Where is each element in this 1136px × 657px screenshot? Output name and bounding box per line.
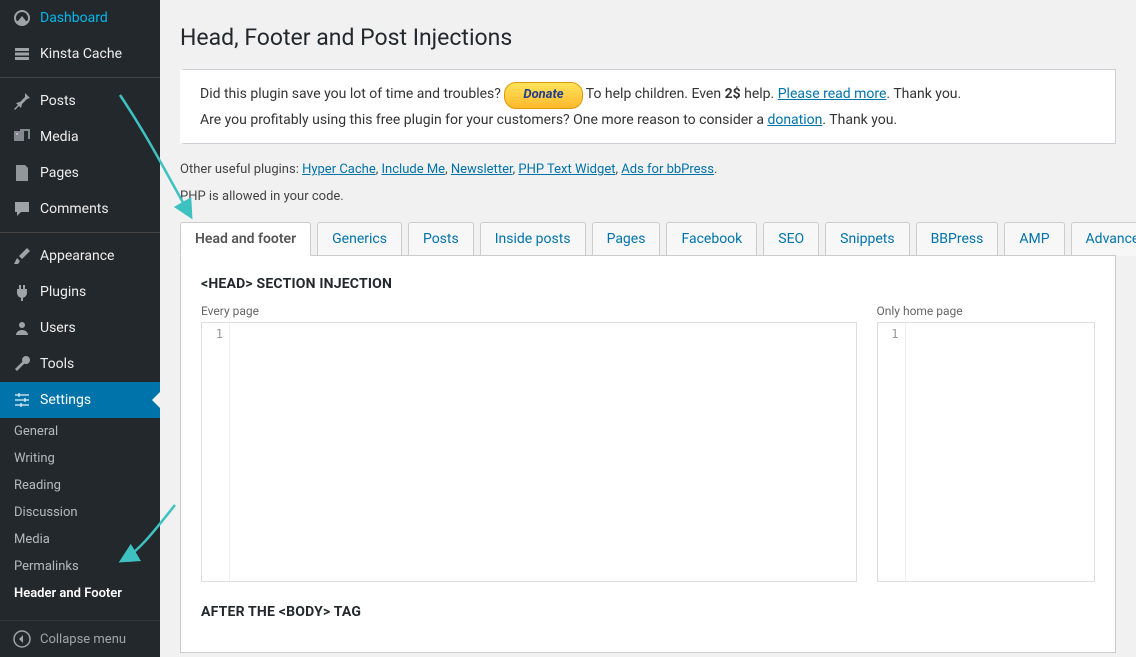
menu-separator xyxy=(0,232,160,233)
read-more-link[interactable]: Please read more xyxy=(778,86,887,102)
tab-snippets[interactable]: Snippets xyxy=(825,222,909,256)
sidebar-item-kinsta-cache[interactable]: Kinsta Cache xyxy=(0,36,160,72)
plugin-link-include-me[interactable]: Include Me xyxy=(382,162,446,177)
other-plugins-line: Other useful plugins: Hyper Cache, Inclu… xyxy=(180,162,1116,177)
plug-icon xyxy=(12,282,32,302)
code-area[interactable] xyxy=(230,323,856,581)
sidebar-item-pages[interactable]: Pages xyxy=(0,155,160,191)
tab-inside-posts[interactable]: Inside posts xyxy=(480,222,586,256)
sidebar-item-settings[interactable]: Settings xyxy=(0,382,160,418)
code-area[interactable] xyxy=(906,323,1095,581)
head-section-heading: <HEAD> SECTION INJECTION xyxy=(201,276,1095,292)
editor-gutter: 1 xyxy=(878,323,906,581)
plugin-link-ads-bbpress[interactable]: Ads for bbPress xyxy=(621,162,714,177)
sidebar-item-tools[interactable]: Tools xyxy=(0,346,160,382)
tab-advanced[interactable]: Advanced xyxy=(1071,222,1136,256)
editors-row: Every page 1 Only home page 1 xyxy=(201,304,1095,582)
plugin-link-hyper-cache[interactable]: Hyper Cache xyxy=(302,162,376,177)
page-title: Head, Footer and Post Injections xyxy=(180,24,1116,51)
submenu-discussion[interactable]: Discussion xyxy=(0,499,160,526)
tab-facebook[interactable]: Facebook xyxy=(666,222,757,256)
comment-icon xyxy=(12,199,32,219)
sidebar-item-label: Tools xyxy=(40,356,74,372)
plugin-link-newsletter[interactable]: Newsletter xyxy=(451,162,513,177)
editor-every-page: Every page 1 xyxy=(201,304,857,582)
sidebar-item-label: Settings xyxy=(40,392,91,408)
user-icon xyxy=(12,318,32,338)
sidebar-item-users[interactable]: Users xyxy=(0,310,160,346)
dashboard-icon xyxy=(12,8,32,28)
sidebar-item-label: Kinsta Cache xyxy=(40,46,122,62)
sidebar-item-dashboard[interactable]: Dashboard xyxy=(0,0,160,36)
tab-bbpress[interactable]: BBPress xyxy=(916,222,999,256)
editor-label-every-page: Every page xyxy=(201,304,857,318)
submenu-permalinks[interactable]: Permalinks xyxy=(0,553,160,580)
page-icon xyxy=(12,163,32,183)
notice-text: Did this plugin save you lot of time and… xyxy=(200,86,504,102)
donate-button[interactable]: Donate xyxy=(504,82,582,109)
collapse-menu-label: Collapse menu xyxy=(40,632,126,647)
brush-icon xyxy=(12,246,32,266)
sidebar-item-media[interactable]: Media xyxy=(0,119,160,155)
tab-amp[interactable]: AMP xyxy=(1004,222,1064,256)
after-body-heading: AFTER THE <BODY> TAG xyxy=(201,604,1095,620)
media-icon xyxy=(12,127,32,147)
submenu-reading[interactable]: Reading xyxy=(0,472,160,499)
code-editor-home-page[interactable]: 1 xyxy=(877,322,1096,582)
collapse-menu-button[interactable]: Collapse menu xyxy=(0,620,160,657)
sidebar-item-label: Media xyxy=(40,129,79,145)
sidebar-item-label: Posts xyxy=(40,93,76,109)
sliders-icon xyxy=(12,390,32,410)
donation-notice: Did this plugin save you lot of time and… xyxy=(180,69,1116,144)
notice-text: . Thank you. xyxy=(822,112,897,128)
tab-bar: Head and footer Generics Posts Inside po… xyxy=(180,222,1116,256)
donation-link[interactable]: donation xyxy=(767,112,822,128)
other-plugins-prefix: Other useful plugins: xyxy=(180,162,302,177)
tab-panel: <HEAD> SECTION INJECTION Every page 1 On… xyxy=(180,255,1116,653)
sidebar-item-posts[interactable]: Posts xyxy=(0,83,160,119)
editor-gutter: 1 xyxy=(202,323,230,581)
pin-icon xyxy=(12,91,32,111)
tab-head-and-footer[interactable]: Head and footer xyxy=(180,222,311,256)
editor-home-page: Only home page 1 xyxy=(877,304,1096,582)
main-content: Head, Footer and Post Injections Did thi… xyxy=(160,0,1136,657)
admin-sidebar: Dashboard Kinsta Cache Posts Media Pages… xyxy=(0,0,160,657)
submenu-header-and-footer[interactable]: Header and Footer xyxy=(0,580,160,607)
sidebar-item-comments[interactable]: Comments xyxy=(0,191,160,227)
plugin-link-php-text-widget[interactable]: PHP Text Widget xyxy=(518,162,615,177)
collapse-icon xyxy=(12,629,32,649)
sidebar-item-label: Pages xyxy=(40,165,79,181)
sidebar-item-label: Appearance xyxy=(40,248,114,264)
wrench-icon xyxy=(12,354,32,374)
notice-bold: 2$ xyxy=(725,86,741,102)
notice-text: help. xyxy=(741,86,778,102)
tab-generics[interactable]: Generics xyxy=(317,222,402,256)
tab-pages[interactable]: Pages xyxy=(592,222,661,256)
cache-icon xyxy=(12,44,32,64)
editor-label-home: Only home page xyxy=(877,304,1096,318)
submenu-writing[interactable]: Writing xyxy=(0,445,160,472)
notice-text: Are you profitably using this free plugi… xyxy=(200,112,767,128)
sidebar-item-plugins[interactable]: Plugins xyxy=(0,274,160,310)
submenu-general[interactable]: General xyxy=(0,418,160,445)
notice-text: To help children. Even xyxy=(586,86,725,102)
sidebar-item-label: Plugins xyxy=(40,284,86,300)
menu-separator xyxy=(0,77,160,78)
sidebar-item-appearance[interactable]: Appearance xyxy=(0,238,160,274)
code-editor-every-page[interactable]: 1 xyxy=(201,322,857,582)
tab-seo[interactable]: SEO xyxy=(763,222,819,256)
submenu-media[interactable]: Media xyxy=(0,526,160,553)
sidebar-item-label: Comments xyxy=(40,201,109,217)
sidebar-item-label: Dashboard xyxy=(40,10,108,26)
php-allowed-note: PHP is allowed in your code. xyxy=(180,189,1116,204)
sidebar-item-label: Users xyxy=(40,320,76,336)
notice-text: . Thank you. xyxy=(886,86,961,102)
tab-posts[interactable]: Posts xyxy=(408,222,474,256)
